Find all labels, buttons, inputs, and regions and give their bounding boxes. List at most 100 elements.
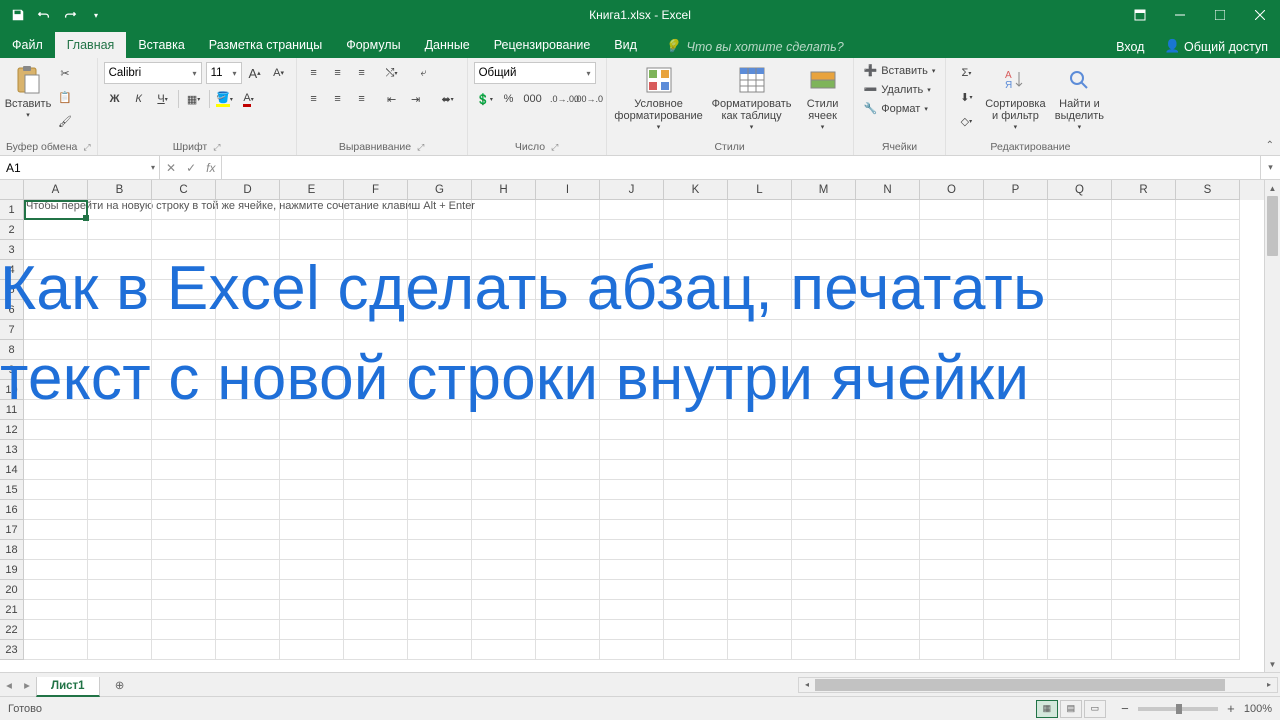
cell[interactable] bbox=[1048, 280, 1112, 300]
cell[interactable] bbox=[1176, 460, 1240, 480]
column-header[interactable]: R bbox=[1112, 180, 1176, 200]
cell[interactable] bbox=[24, 640, 88, 660]
percent-button[interactable]: % bbox=[498, 88, 520, 110]
cell[interactable] bbox=[664, 600, 728, 620]
number-format-combo[interactable]: Общий▾ bbox=[474, 62, 596, 84]
cell[interactable] bbox=[1048, 400, 1112, 420]
cell[interactable] bbox=[664, 520, 728, 540]
column-header[interactable]: H bbox=[472, 180, 536, 200]
cell[interactable] bbox=[280, 500, 344, 520]
cell[interactable] bbox=[920, 620, 984, 640]
sheet-nav-prev[interactable]: ◂ bbox=[0, 673, 18, 697]
zoom-slider[interactable] bbox=[1138, 707, 1218, 711]
cell[interactable] bbox=[792, 640, 856, 660]
format-painter-button[interactable]: 🖌 bbox=[54, 110, 76, 132]
cell[interactable] bbox=[344, 520, 408, 540]
cell[interactable] bbox=[1112, 240, 1176, 260]
row-header[interactable]: 16 bbox=[0, 500, 24, 520]
cell[interactable] bbox=[920, 220, 984, 240]
cell[interactable] bbox=[216, 500, 280, 520]
font-name-combo[interactable]: Calibri▾ bbox=[104, 62, 202, 84]
cell[interactable] bbox=[280, 540, 344, 560]
cell[interactable] bbox=[1176, 360, 1240, 380]
cell[interactable] bbox=[1048, 420, 1112, 440]
row-header[interactable]: 20 bbox=[0, 580, 24, 600]
cell[interactable] bbox=[984, 580, 1048, 600]
cell[interactable] bbox=[216, 440, 280, 460]
underline-button[interactable]: Ч▾ bbox=[152, 88, 174, 110]
cell[interactable] bbox=[920, 200, 984, 220]
cell[interactable] bbox=[1176, 260, 1240, 280]
cell[interactable] bbox=[792, 500, 856, 520]
borders-button[interactable]: ▦▾ bbox=[183, 88, 205, 110]
cell[interactable] bbox=[216, 620, 280, 640]
cell[interactable] bbox=[472, 560, 536, 580]
cell[interactable] bbox=[920, 560, 984, 580]
cell[interactable] bbox=[1112, 620, 1176, 640]
cell[interactable] bbox=[664, 640, 728, 660]
autosum-button[interactable]: Σ▾ bbox=[952, 62, 980, 84]
cell[interactable] bbox=[920, 480, 984, 500]
cell[interactable] bbox=[664, 540, 728, 560]
clear-button[interactable]: ◇▾ bbox=[952, 110, 980, 132]
insert-cells-button[interactable]: ➕Вставить▾ bbox=[860, 62, 940, 79]
cell[interactable] bbox=[344, 220, 408, 240]
cell[interactable] bbox=[344, 600, 408, 620]
column-header[interactable]: L bbox=[728, 180, 792, 200]
ribbon-options-button[interactable] bbox=[1120, 0, 1160, 30]
cell[interactable] bbox=[280, 460, 344, 480]
cell[interactable] bbox=[792, 560, 856, 580]
hscroll-left-button[interactable]: ◂ bbox=[799, 680, 815, 689]
cell[interactable] bbox=[24, 520, 88, 540]
row-header[interactable]: 19 bbox=[0, 560, 24, 580]
cell[interactable] bbox=[1176, 340, 1240, 360]
cell[interactable] bbox=[856, 500, 920, 520]
cell[interactable] bbox=[472, 520, 536, 540]
cell[interactable] bbox=[280, 220, 344, 240]
cell[interactable] bbox=[152, 200, 216, 220]
align-bottom-button[interactable]: ≡ bbox=[351, 62, 373, 84]
cell[interactable] bbox=[152, 540, 216, 560]
cell[interactable] bbox=[920, 460, 984, 480]
cell[interactable] bbox=[600, 200, 664, 220]
zoom-level[interactable]: 100% bbox=[1244, 703, 1272, 715]
cell[interactable] bbox=[792, 440, 856, 460]
cell[interactable] bbox=[664, 460, 728, 480]
column-header[interactable]: M bbox=[792, 180, 856, 200]
cell[interactable] bbox=[24, 440, 88, 460]
row-header[interactable]: 22 bbox=[0, 620, 24, 640]
column-header[interactable]: B bbox=[88, 180, 152, 200]
cell[interactable] bbox=[408, 520, 472, 540]
wrap-text-button[interactable]: ⤶ bbox=[411, 62, 437, 84]
cell[interactable] bbox=[24, 620, 88, 640]
cell[interactable] bbox=[920, 520, 984, 540]
decrease-indent-button[interactable]: ⇤ bbox=[381, 88, 403, 110]
cell[interactable] bbox=[280, 580, 344, 600]
alignment-launcher[interactable]: ⤢ bbox=[417, 142, 424, 153]
cell[interactable] bbox=[216, 580, 280, 600]
cell[interactable] bbox=[728, 200, 792, 220]
cell[interactable] bbox=[984, 460, 1048, 480]
cell[interactable] bbox=[24, 500, 88, 520]
cell[interactable] bbox=[792, 620, 856, 640]
cell[interactable] bbox=[1048, 540, 1112, 560]
cell[interactable] bbox=[88, 480, 152, 500]
cell[interactable] bbox=[280, 520, 344, 540]
sheet-nav-next[interactable]: ▸ bbox=[18, 673, 36, 697]
cell[interactable] bbox=[280, 200, 344, 220]
hscroll-thumb[interactable] bbox=[815, 679, 1225, 691]
cell[interactable] bbox=[152, 580, 216, 600]
tab-insert[interactable]: Вставка bbox=[126, 32, 196, 58]
cell[interactable] bbox=[856, 480, 920, 500]
maximize-button[interactable] bbox=[1200, 0, 1240, 30]
tab-formulas[interactable]: Формулы bbox=[334, 32, 412, 58]
cell[interactable] bbox=[536, 520, 600, 540]
cell[interactable] bbox=[344, 200, 408, 220]
cell[interactable] bbox=[1112, 320, 1176, 340]
expand-formula-bar-button[interactable]: ▾ bbox=[1260, 156, 1280, 179]
cell[interactable] bbox=[792, 460, 856, 480]
vscroll-thumb[interactable] bbox=[1267, 196, 1278, 256]
cell[interactable] bbox=[536, 600, 600, 620]
cell[interactable] bbox=[1112, 420, 1176, 440]
cell[interactable] bbox=[24, 560, 88, 580]
